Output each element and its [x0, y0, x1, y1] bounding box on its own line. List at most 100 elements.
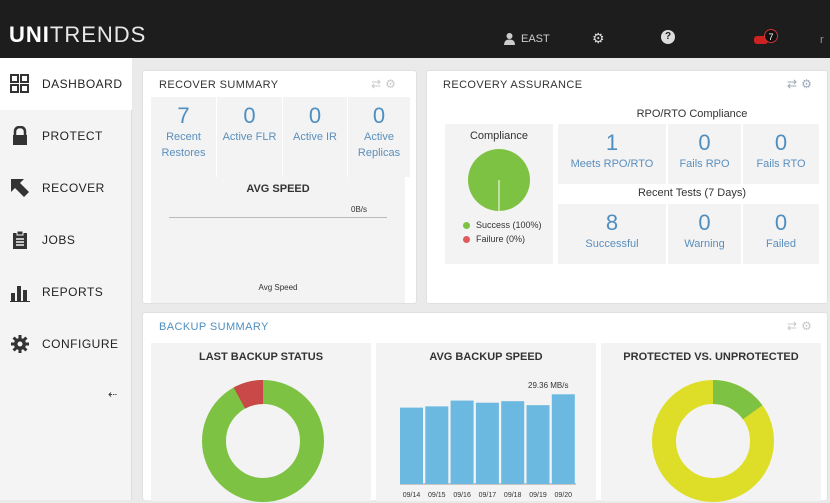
- gear-icon[interactable]: ⚙: [801, 77, 816, 91]
- tile-value: 0: [774, 130, 788, 155]
- user-name: EAST: [521, 32, 550, 45]
- legend-success: Success (100%): [463, 220, 542, 230]
- tile-label: Fails RTO: [756, 158, 806, 170]
- x-tick-label: 09/18: [504, 492, 522, 499]
- recovery-assurance-panel: RECOVERY ASSURANCE ⇄⚙ RPO/RTO Compliance…: [426, 70, 828, 304]
- tile-label: Meets RPO/RTO: [570, 158, 654, 170]
- unitrends-logo[interactable]: UNITRENDS: [9, 22, 146, 48]
- x-tick-label: 09/19: [529, 492, 547, 499]
- successful-tests-tile[interactable]: 8 Successful: [558, 204, 666, 264]
- recover-arrow-icon: [10, 178, 30, 198]
- fails-rpo-tile[interactable]: 0 Fails RPO: [668, 124, 741, 184]
- legend-dot-failure: [463, 235, 470, 243]
- tile-value: 0: [243, 103, 256, 128]
- help-icon[interactable]: ?: [661, 30, 675, 44]
- top-bar: UNITRENDS EAST ⚙ ? 7 r: [0, 0, 830, 58]
- x-tick-label: 09/17: [479, 492, 497, 499]
- compliance-label: Compliance: [469, 130, 529, 142]
- refresh-icon[interactable]: ⇄: [371, 77, 385, 91]
- settings-icon[interactable]: ⚙: [592, 30, 605, 47]
- tile-value: 1: [605, 130, 619, 155]
- x-tick-label: 09/15: [428, 492, 446, 499]
- gear-icon[interactable]: ⚙: [385, 77, 400, 91]
- refresh-icon[interactable]: ⇄: [787, 77, 801, 91]
- protected-vs-unprotected-card: PROTECTED VS. UNPROTECTED: [601, 343, 821, 502]
- tile-label: Failed: [766, 238, 796, 250]
- sidebar-item-label: DASHBOARD: [42, 77, 123, 91]
- avg-speed-chart: AVG SPEED 0B/s Avg Speed: [151, 177, 405, 303]
- legend-dot-success: [463, 221, 470, 229]
- recent-tests-heading: Recent Tests (7 Days): [637, 187, 746, 199]
- user-icon: [504, 33, 515, 45]
- refresh-icon[interactable]: ⇄: [787, 319, 801, 333]
- recent-restores-tile[interactable]: 7 Recent Restores: [151, 97, 216, 177]
- sidebar-item-jobs[interactable]: JOBS: [0, 214, 124, 266]
- panel-title: RECOVERY ASSURANCE: [443, 79, 583, 91]
- x-tick-label: 09/14: [403, 492, 421, 499]
- sidebar-item-label: PROTECT: [42, 129, 103, 143]
- sidebar-item-protect[interactable]: PROTECT: [0, 110, 124, 162]
- warning-tests-tile[interactable]: 0 Warning: [668, 204, 741, 264]
- bar-09-14[interactable]: [400, 407, 423, 484]
- tile-label: Active FLR: [222, 131, 277, 143]
- bar-09-15[interactable]: [425, 406, 449, 484]
- avg-speed-value: 0B/s: [351, 205, 368, 214]
- failed-tests-tile[interactable]: 0 Failed: [743, 204, 819, 264]
- tile-label: Replicas: [357, 147, 401, 159]
- protected-vs-unprotected-title: PROTECTED VS. UNPROTECTED: [623, 351, 799, 363]
- avg-speed-title: AVG SPEED: [246, 183, 310, 195]
- tile-label: Active IR: [292, 131, 337, 143]
- tile-value: 0: [774, 210, 788, 235]
- tile-value: 0: [372, 103, 386, 128]
- bar-09-20[interactable]: [551, 394, 575, 484]
- gear-icon: [10, 334, 30, 354]
- lock-icon: [10, 126, 30, 146]
- last-backup-status-title: LAST BACKUP STATUS: [198, 351, 324, 363]
- legend-label: Success (100%): [476, 220, 542, 230]
- rpo-rto-heading: RPO/RTO Compliance: [636, 108, 748, 120]
- tile-label: Recent: [166, 131, 201, 143]
- tile-value: 0: [308, 103, 322, 128]
- active-replicas-tile[interactable]: 0 Active Replicas: [348, 97, 410, 177]
- active-flr-tile[interactable]: 0 Active FLR: [217, 97, 282, 177]
- fails-rto-tile[interactable]: 0 Fails RTO: [743, 124, 819, 184]
- legend-failure: Failure (0%): [463, 234, 525, 244]
- bar-09-16[interactable]: [450, 400, 474, 484]
- avg-backup-speed-card: AVG BACKUP SPEED 29.36 MB/s 09/14 09/15 09…: [376, 343, 596, 501]
- active-ir-tile[interactable]: 0 Active IR: [283, 97, 347, 177]
- tile-label: Active: [364, 131, 394, 143]
- x-tick-label: 09/16: [453, 492, 471, 499]
- sidebar-item-configure[interactable]: CONFIGURE: [0, 318, 124, 370]
- user-menu[interactable]: EAST: [503, 32, 550, 45]
- panel-tools: ⇄⚙: [371, 77, 400, 91]
- alert-count-badge[interactable]: 7: [764, 29, 778, 43]
- tile-label: Successful: [585, 238, 639, 250]
- tile-value: 7: [177, 103, 190, 128]
- avg-speed-caption: Avg Speed: [258, 283, 298, 292]
- sidebar-item-dashboard[interactable]: DASHBOARD: [0, 58, 132, 110]
- sidebar-item-label: REPORTS: [42, 285, 104, 299]
- panel-tools: ⇄⚙: [787, 77, 816, 91]
- bar-09-17[interactable]: [475, 402, 499, 484]
- tile-label: Fails RPO: [679, 158, 730, 170]
- protected-donut: [652, 380, 774, 502]
- clipboard-icon: [10, 230, 30, 250]
- compliance-tile: Compliance Success (100%) Failure (0%): [445, 124, 553, 264]
- panel-title: BACKUP SUMMARY: [159, 321, 269, 333]
- tile-label: Warning: [684, 238, 725, 250]
- collapse-sidebar-icon[interactable]: ⇠: [108, 388, 117, 401]
- tile-value: 0: [698, 130, 711, 155]
- tile-value: 8: [605, 210, 619, 235]
- sidebar-item-reports[interactable]: REPORTS: [0, 266, 124, 318]
- compliance-pie: [468, 149, 530, 211]
- avg-speed-axis: [169, 217, 387, 218]
- meets-rpo-rto-tile[interactable]: 1 Meets RPO/RTO: [558, 124, 666, 184]
- sidebar: DASHBOARD PROTECT RECOVER JOBS REPORTS C…: [0, 58, 132, 500]
- bar-09-19[interactable]: [526, 405, 550, 484]
- bar-chart-icon: [10, 282, 30, 302]
- bar-09-18[interactable]: [501, 401, 525, 484]
- backup-summary-panel: BACKUP SUMMARY ⇄⚙ LAST BACKUP STATUS AVG…: [142, 312, 828, 503]
- tile-label: Restores: [161, 147, 206, 159]
- sidebar-item-recover[interactable]: RECOVER: [0, 162, 124, 214]
- gear-icon[interactable]: ⚙: [801, 319, 816, 333]
